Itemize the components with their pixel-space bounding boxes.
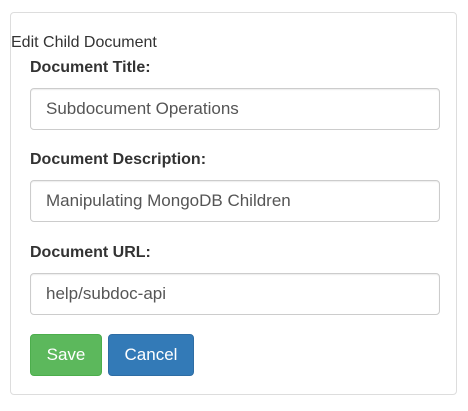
document-url-label: Document URL: [30, 244, 151, 261]
document-title-input[interactable] [30, 88, 440, 130]
cancel-button[interactable]: Cancel [108, 334, 194, 376]
save-button[interactable]: Save [30, 334, 102, 376]
document-title-label: Document Title: [30, 59, 151, 76]
document-description-label: Document Description: [30, 151, 207, 168]
document-url-input[interactable] [30, 273, 440, 315]
form-title: Edit Child Document [11, 34, 157, 51]
document-description-input[interactable] [30, 180, 440, 222]
